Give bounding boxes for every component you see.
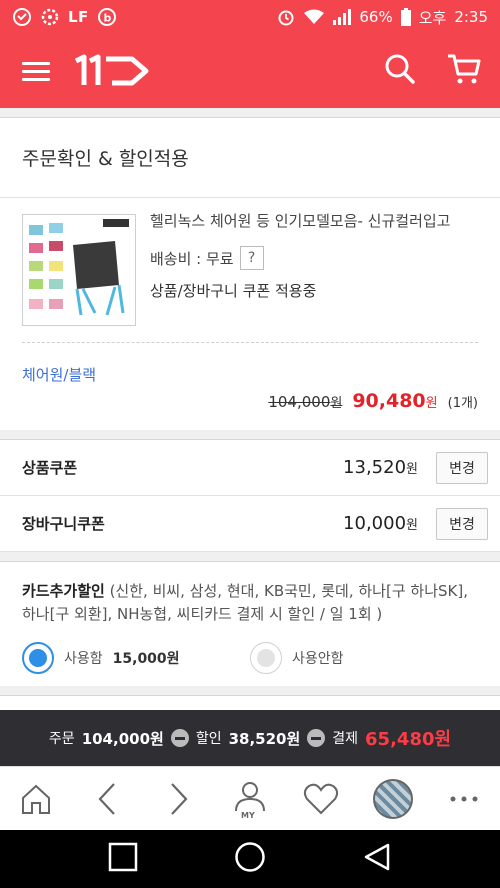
card-discount-title: 카드추가할인 — [22, 582, 105, 600]
coupon-amount: 13,520원 — [343, 457, 418, 478]
alarm-icon — [277, 8, 295, 26]
product-name[interactable]: 헬리녹스 체어원 등 인기모델모음- 신규컬러입고 — [150, 210, 480, 232]
cart-coupon-row: 장바구니쿠폰 10,000원 변경 — [0, 496, 500, 552]
discount-label: 할인 — [195, 731, 222, 747]
svg-text:MY: MY — [241, 811, 255, 819]
card-discount-text: 카드추가할인 (신한, 비씨, 삼성, 현대, KB국민, 롯데, 하나[구 하… — [22, 580, 478, 626]
product-item: 헬리녹스 체어원 등 인기모델모음- 신규컬러입고 배송비 : 무료 ? 상품/… — [0, 198, 500, 430]
11st-logo[interactable] — [72, 53, 152, 89]
shipping-help-button[interactable]: ? — [239, 246, 264, 270]
minus-icon — [307, 729, 326, 747]
product-quantity: (1개) — [447, 396, 478, 411]
back-icon[interactable] — [79, 771, 135, 827]
payment-summary-bar[interactable]: 주문 104,000원 할인 38,520원 결제 65,480원 — [0, 710, 500, 766]
order-confirm-section: 주문확인 & 할인적용 헬리녹스 체어원 등 인기모델모음- 신규컬러입고 배송… — [0, 118, 500, 430]
product-thumbnail[interactable] — [22, 214, 136, 326]
system-nav-bar — [0, 830, 500, 888]
coupon-status: 상품/장바구니 쿠폰 적용중 — [150, 282, 317, 300]
discount-amount: 38,520원 — [228, 729, 301, 748]
gear-badge-icon — [40, 7, 60, 27]
status-bar: LF b 66% 오후 2:35 — [0, 0, 500, 34]
coupon-amount: 10,000원 — [343, 513, 418, 534]
use-card-discount-radio[interactable]: 사용함 15,000원 — [22, 642, 250, 674]
card-discount-options: 사용함 15,000원 사용안함 — [22, 642, 478, 674]
shipping-fee: 배송비 : 무료 — [150, 249, 234, 268]
price-row: 104,000원 90,480원 (1개) — [268, 390, 478, 412]
section-title: 주문확인 & 할인적용 — [0, 118, 500, 198]
order-amount: 104,000원 — [81, 729, 164, 748]
battery-percent: 66% — [359, 8, 393, 26]
coupon-label: 상품쿠폰 — [22, 459, 78, 477]
recent-apps-icon[interactable] — [108, 842, 138, 876]
heart-icon[interactable] — [293, 771, 349, 827]
home-button-icon[interactable] — [234, 841, 266, 877]
cart-icon[interactable] — [446, 52, 482, 90]
status-app-label: LF — [68, 8, 89, 26]
original-price: 104,000원 — [268, 393, 343, 411]
use-amount: 15,000원 — [112, 651, 180, 667]
coupon-section: 상품쿠폰 13,520원 변경 장바구니쿠폰 10,000원 변경 — [0, 440, 500, 552]
more-icon[interactable] — [436, 771, 492, 827]
forward-icon[interactable] — [151, 771, 207, 827]
payment-label: 결제 — [332, 731, 359, 747]
menu-icon[interactable] — [22, 57, 50, 86]
signal-icon — [333, 9, 352, 25]
sale-price: 90,480원 — [352, 390, 438, 412]
back-button-icon[interactable] — [362, 842, 392, 876]
no-use-label: 사용안함 — [292, 651, 344, 667]
product-option: 체어원/블랙 — [22, 366, 97, 384]
battery-icon — [400, 8, 411, 26]
use-label: 사용함 — [64, 651, 103, 667]
app-header — [0, 34, 500, 108]
minus-icon — [170, 729, 189, 747]
next-section-peek — [0, 696, 500, 710]
radio-selected-icon[interactable] — [22, 642, 54, 674]
coupon-label: 장바구니쿠폰 — [22, 515, 105, 533]
card-discount-section: 카드추가할인 (신한, 비씨, 삼성, 현대, KB국민, 롯데, 하나[구 하… — [0, 562, 500, 686]
radio-unselected-icon[interactable] — [250, 642, 282, 674]
product-coupon-row: 상품쿠폰 13,520원 변경 — [0, 440, 500, 496]
wifi-icon — [303, 9, 325, 25]
search-icon[interactable] — [384, 53, 416, 89]
change-cart-coupon-button[interactable]: 변경 — [436, 507, 488, 540]
b-app-icon: b — [97, 7, 117, 27]
home-icon[interactable] — [8, 771, 64, 827]
bottom-nav: MY — [0, 766, 500, 830]
no-card-discount-radio[interactable]: 사용안함 — [250, 642, 478, 674]
payment-amount: 65,480원 — [365, 729, 452, 750]
divider — [22, 342, 478, 343]
recent-product-icon[interactable] — [365, 771, 421, 827]
order-content: 주문확인 & 할인적용 헬리녹스 체어원 등 인기모델모음- 신규컬러입고 배송… — [0, 108, 500, 710]
chat-bubble-icon — [12, 7, 32, 27]
shipping-row: 배송비 : 무료 ? — [150, 246, 480, 270]
status-ampm: 오후 — [418, 8, 447, 27]
my-icon[interactable]: MY — [222, 771, 278, 827]
order-label: 주문 — [48, 731, 75, 747]
change-product-coupon-button[interactable]: 변경 — [436, 451, 488, 484]
status-time: 2:35 — [454, 8, 488, 26]
svg-text:b: b — [103, 12, 111, 25]
